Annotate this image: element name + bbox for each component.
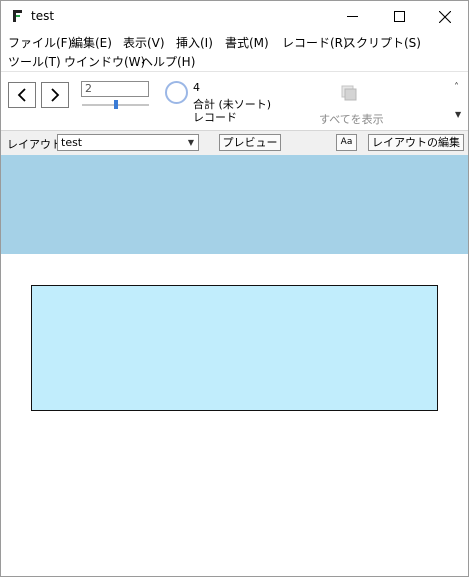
preview-button[interactable]: プレビュー <box>219 134 281 151</box>
menu-tools[interactable]: ツール(T) <box>8 53 61 70</box>
menu-help[interactable]: ヘルプ(H) <box>141 53 195 70</box>
application-window: test ファイル(F) 編集(E) 表示(V) 挿入(I) 書式(M) レコー… <box>0 0 469 577</box>
menu-format[interactable]: 書式(M) <box>225 34 269 51</box>
menu-edit[interactable]: 編集(E) <box>71 34 112 51</box>
menu-scripts[interactable]: スクリプト(S) <box>344 34 421 51</box>
menu-file[interactable]: ファイル(F) <box>8 34 72 51</box>
previous-record-button[interactable] <box>8 82 36 108</box>
layout-selector[interactable]: test ▼ <box>57 134 199 151</box>
layout-selector-value: test <box>61 136 83 149</box>
menu-bar-row2: ツール(T) ウインドウ(W) ヘルプ(H) <box>1 52 468 70</box>
title-bar: test <box>1 1 468 32</box>
status-toolbar: 2 4 合計 (未ソート) レコード すべてを表示 ˄ ▼ <box>1 71 468 130</box>
records-label: レコード <box>193 111 237 124</box>
show-all-records-icon[interactable] <box>341 85 359 103</box>
triangle-down-icon[interactable]: ▼ <box>455 110 461 119</box>
triangle-down-icon: ▼ <box>187 138 194 147</box>
show-all-button[interactable]: すべてを表示 <box>319 111 384 127</box>
minimize-button[interactable] <box>329 1 375 32</box>
layout-header-part <box>1 155 468 254</box>
menu-window[interactable]: ウインドウ(W) <box>64 53 145 70</box>
menu-insert[interactable]: 挿入(I) <box>176 34 213 51</box>
maximize-icon <box>393 11 405 22</box>
menu-bar: ファイル(F) 編集(E) 表示(V) 挿入(I) 書式(M) レコード(R) … <box>1 33 468 51</box>
layout-rectangle[interactable] <box>31 285 438 411</box>
edit-layout-button[interactable]: レイアウトの編集 <box>368 134 464 151</box>
minimize-icon <box>346 16 358 17</box>
close-button[interactable] <box>422 1 468 32</box>
menu-records[interactable]: レコード(R) <box>282 34 348 51</box>
formatting-bar-button[interactable]: Aa <box>336 134 357 151</box>
layout-bar: レイアウト: test ▼ プレビュー Aa レイアウトの編集 <box>1 130 468 156</box>
chevron-right-icon <box>51 88 60 102</box>
chevron-left-icon <box>17 88 26 102</box>
current-record-input[interactable]: 2 <box>81 81 149 97</box>
filemaker-app-icon <box>13 10 22 22</box>
found-count: 4 <box>193 81 200 94</box>
pie-chart-icon <box>165 81 188 104</box>
record-slider-thumb[interactable] <box>113 100 118 109</box>
next-record-button[interactable] <box>41 82 69 108</box>
maximize-button[interactable] <box>376 1 422 32</box>
window-title: test <box>31 9 55 23</box>
menu-view[interactable]: 表示(V) <box>123 34 165 51</box>
double-chevron-up-icon[interactable]: ˄ <box>454 82 459 93</box>
close-icon <box>439 10 451 23</box>
